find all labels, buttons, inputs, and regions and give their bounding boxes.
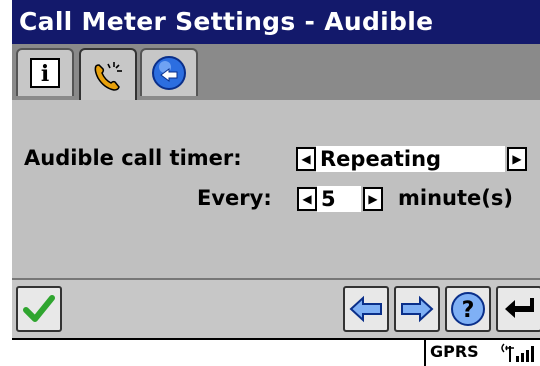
ok-button[interactable] xyxy=(16,286,62,332)
checkmark-icon xyxy=(23,295,55,322)
tab-strip: i xyxy=(12,44,540,112)
tab-call-meter[interactable] xyxy=(79,48,137,112)
status-bar: GPRS xyxy=(12,338,540,366)
help-button[interactable]: ? xyxy=(445,286,491,332)
window-title: Call Meter Settings - Audible xyxy=(12,0,540,44)
every-increase-button[interactable]: ▶ xyxy=(363,187,383,211)
svg-text:?: ? xyxy=(462,298,475,323)
return-icon xyxy=(505,298,534,318)
info-icon: i xyxy=(30,58,60,88)
previous-button[interactable] xyxy=(343,286,389,332)
tab-back[interactable] xyxy=(140,48,198,96)
return-button[interactable] xyxy=(496,286,540,332)
help-icon: ? xyxy=(451,292,485,326)
minutes-unit-label: minute(s) xyxy=(398,186,513,210)
signal-strength-icon xyxy=(501,343,534,362)
every-label: Every: xyxy=(197,186,272,210)
status-divider xyxy=(424,340,426,366)
timer-mode-select[interactable]: Repeating xyxy=(316,146,505,172)
bottom-toolbar: ? xyxy=(12,278,540,338)
next-button[interactable] xyxy=(394,286,440,332)
phone-clock-icon xyxy=(94,62,122,91)
tab-info[interactable]: i xyxy=(16,48,74,96)
arrow-left-icon xyxy=(349,295,382,323)
every-decrease-button[interactable]: ◀ xyxy=(297,187,317,211)
network-type-label: GPRS xyxy=(430,342,479,361)
back-globe-icon xyxy=(152,56,186,90)
timer-prev-button[interactable]: ◀ xyxy=(296,147,316,171)
settings-panel: Audible call timer: ◀ Repeating ▶ Every:… xyxy=(12,100,540,278)
timer-next-button[interactable]: ▶ xyxy=(507,147,527,171)
audible-timer-label: Audible call timer: xyxy=(24,146,242,170)
arrow-right-icon xyxy=(401,295,434,323)
every-minutes-field[interactable]: 5 xyxy=(317,186,361,212)
